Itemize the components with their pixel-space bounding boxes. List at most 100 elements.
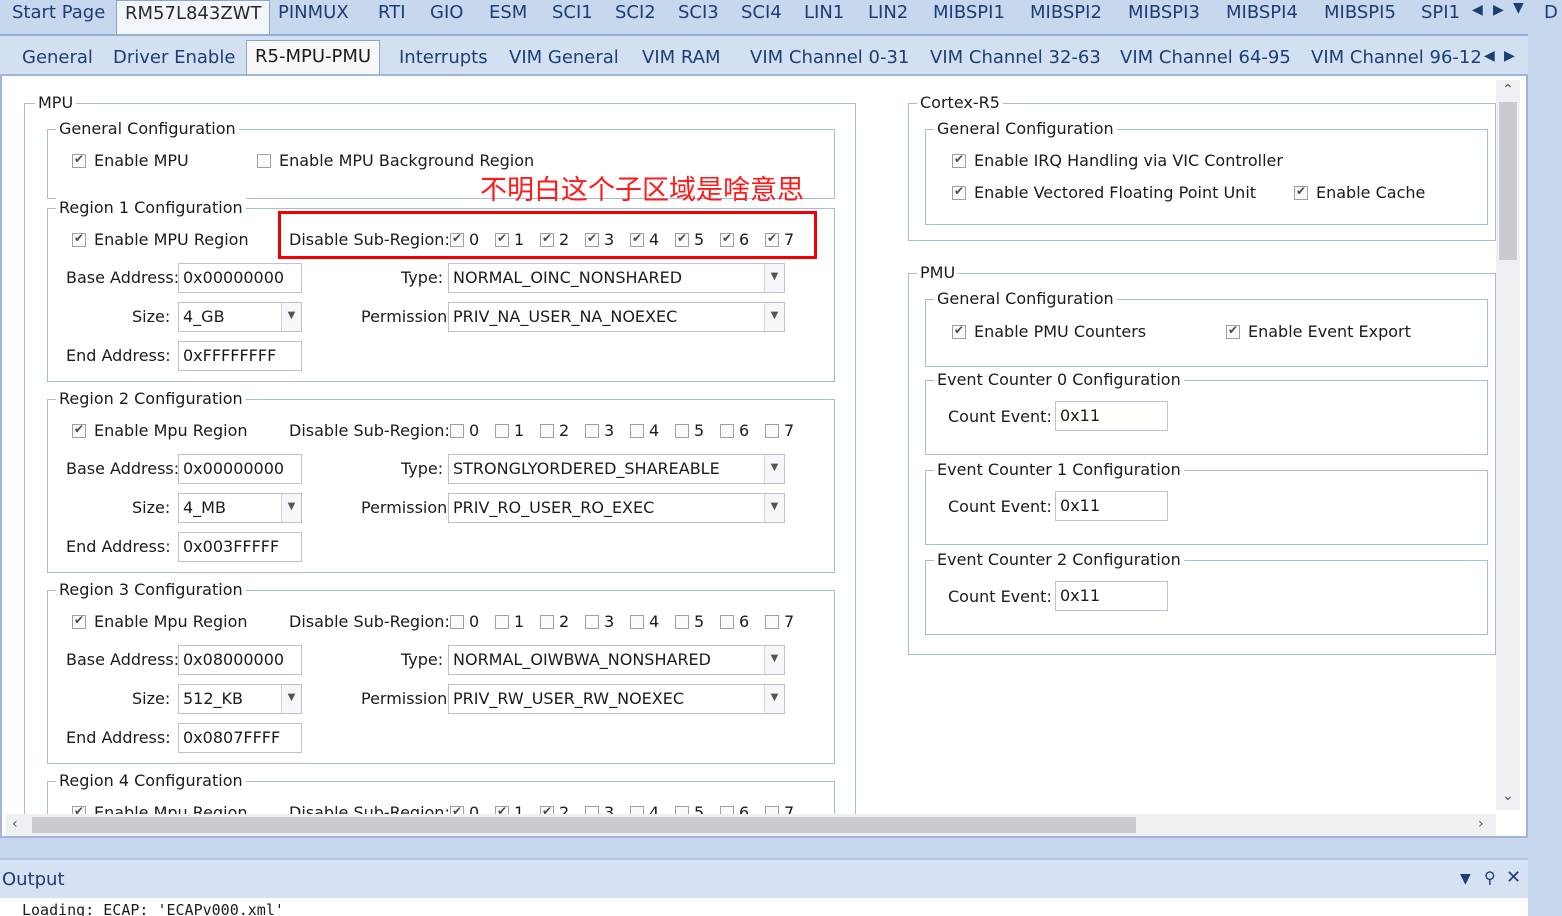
close-icon[interactable]: ✕ <box>1506 867 1521 888</box>
scroll-tabs-right-icon[interactable]: ▶ <box>1493 2 1504 18</box>
pin-icon[interactable]: ⚲ <box>1484 868 1496 887</box>
region-2-subregion-5-checkbox[interactable] <box>675 424 689 438</box>
region-1-size-select[interactable]: 4_GB ▼ <box>178 302 302 332</box>
tab-rm57l843zwt[interactable]: RM57L843ZWT <box>116 0 271 34</box>
chevron-down-icon[interactable]: ▼ <box>764 646 784 674</box>
region-1-permission-select[interactable]: PRIV_NA_USER_NA_NOEXEC ▼ <box>448 302 785 332</box>
horizontal-scrollbar[interactable]: ‹ › <box>6 814 1496 836</box>
tab-interrupts[interactable]: Interrupts <box>391 42 496 76</box>
region-2-subregion-2-checkbox[interactable] <box>540 424 554 438</box>
chevron-down-icon[interactable]: ▼ <box>281 685 301 713</box>
region-3-size-select[interactable]: 512_KB ▼ <box>178 684 302 714</box>
count-event-1-input[interactable]: 0x11 <box>1055 491 1168 521</box>
chevron-down-icon[interactable]: ▼ <box>281 303 301 331</box>
region-1-enable-checkbox[interactable] <box>72 231 86 247</box>
vertical-scrollbar[interactable]: ⌃ ⌄ <box>1496 80 1520 810</box>
region-1-base-address-input[interactable]: 0x00000000 <box>178 263 302 293</box>
tab-sci3[interactable]: SCI3 <box>670 0 727 34</box>
scroll-down-icon[interactable]: ⌄ <box>1502 788 1514 804</box>
region-2-enable-checkbox[interactable] <box>72 422 86 438</box>
chevron-down-icon[interactable]: ▼ <box>764 303 784 331</box>
region-2-end-address-input[interactable]: 0x003FFFFF <box>178 532 302 562</box>
enable-mpu-background-checkbox[interactable] <box>257 154 271 168</box>
tab-start-page[interactable]: Start Page <box>4 0 113 34</box>
horizontal-scroll-thumb[interactable] <box>32 817 1136 833</box>
tab-mibspi2[interactable]: MIBSPI2 <box>1022 0 1110 34</box>
tab-lin1[interactable]: LIN1 <box>796 0 852 34</box>
tab-sci4[interactable]: SCI4 <box>733 0 790 34</box>
tab-mibspi4[interactable]: MIBSPI4 <box>1218 0 1306 34</box>
scroll-left-icon[interactable]: ‹ <box>12 816 18 832</box>
tab-vim-channel-64-95[interactable]: VIM Channel 64-95 <box>1112 42 1299 76</box>
chevron-down-icon[interactable]: ▼ <box>764 685 784 713</box>
count-event-0-input[interactable]: 0x11 <box>1055 401 1168 431</box>
region-2-type-select[interactable]: STRONGLYORDERED_SHAREABLE ▼ <box>448 454 785 484</box>
tab-vim-ram[interactable]: VIM RAM <box>634 42 729 76</box>
region-2-size-select[interactable]: 4_MB ▼ <box>178 493 302 523</box>
region-3-subregion-0-checkbox[interactable] <box>450 615 464 629</box>
tab-vim-channel-0-31[interactable]: VIM Channel 0-31 <box>742 42 917 76</box>
scroll-up-icon[interactable]: ⌃ <box>1502 82 1514 98</box>
tab-vim-channel-32-63[interactable]: VIM Channel 32-63 <box>922 42 1109 76</box>
region-3-end-address-input[interactable]: 0x0807FFFF <box>178 723 302 753</box>
tab-vim-channel-96-127[interactable]: VIM Channel 96-12 <box>1303 42 1490 76</box>
region-3-subregion-7-checkbox[interactable] <box>765 615 779 629</box>
region-2-permission-select[interactable]: PRIV_RO_USER_RO_EXEC ▼ <box>448 493 785 523</box>
tab-overflow-d[interactable]: D <box>1540 0 1562 34</box>
chevron-down-icon[interactable]: ▼ <box>764 494 784 522</box>
tab-vim-general[interactable]: VIM General <box>501 42 627 76</box>
scroll-subtabs-right-icon[interactable]: ▶ <box>1504 48 1515 64</box>
chevron-down-icon[interactable]: ▼ <box>281 494 301 522</box>
vertical-scroll-thumb[interactable] <box>1499 102 1517 260</box>
region-1-end-address-input[interactable]: 0xFFFFFFFF <box>178 341 302 371</box>
chevron-down-icon[interactable]: ▼ <box>764 264 784 292</box>
region-3-subregion-2-checkbox[interactable] <box>540 615 554 629</box>
enable-vfp-checkbox[interactable] <box>952 184 966 200</box>
region-2-subregion-4-checkbox[interactable] <box>630 424 644 438</box>
tab-lin2[interactable]: LIN2 <box>860 0 916 34</box>
pmu-title: PMU <box>917 263 959 282</box>
tab-pinmux[interactable]: PINMUX <box>270 0 357 34</box>
enable-event-export-checkbox[interactable] <box>1226 323 1240 339</box>
tab-mibspi5[interactable]: MIBSPI5 <box>1316 0 1404 34</box>
region-3-subregion-6-checkbox[interactable] <box>720 615 734 629</box>
tab-rti[interactable]: RTI <box>370 0 414 34</box>
region-2-base-address-input[interactable]: 0x00000000 <box>178 454 302 484</box>
tab-spi1[interactable]: SPI1 <box>1413 0 1468 34</box>
enable-irq-vic-checkbox[interactable] <box>952 152 966 168</box>
region-3-enable-checkbox[interactable] <box>72 613 86 629</box>
tab-r5-mpu-pmu[interactable]: R5-MPU-PMU <box>246 40 381 78</box>
chevron-down-icon[interactable]: ▼ <box>764 455 784 483</box>
region-3-subregion-5-checkbox[interactable] <box>675 615 689 629</box>
region-3-subregion-3-checkbox[interactable] <box>585 615 599 629</box>
tab-sci1[interactable]: SCI1 <box>544 0 601 34</box>
tab-sci2[interactable]: SCI2 <box>607 0 664 34</box>
enable-pmu-counters-checkbox[interactable] <box>952 323 966 339</box>
region-2-subregion-7-checkbox[interactable] <box>765 424 779 438</box>
tab-general[interactable]: General <box>14 42 101 76</box>
region-3-subregion-4-checkbox[interactable] <box>630 615 644 629</box>
scroll-right-icon[interactable]: › <box>1478 816 1484 832</box>
tab-mibspi1[interactable]: MIBSPI1 <box>925 0 1013 34</box>
tab-driver-enable[interactable]: Driver Enable <box>105 42 243 76</box>
enable-mpu-checkbox[interactable] <box>72 152 86 168</box>
region-2-subregion-1-checkbox[interactable] <box>495 424 509 438</box>
output-menu-dropdown-icon[interactable]: ▼ <box>1460 871 1471 887</box>
region-2-subregion-3-checkbox[interactable] <box>585 424 599 438</box>
scroll-subtabs-left-icon[interactable]: ◀ <box>1484 48 1495 64</box>
enable-cache-checkbox[interactable] <box>1294 184 1308 200</box>
region-3-subregion-1-checkbox[interactable] <box>495 615 509 629</box>
count-event-2-input[interactable]: 0x11 <box>1055 581 1168 611</box>
region-3-permission-select[interactable]: PRIV_RW_USER_RW_NOEXEC ▼ <box>448 684 785 714</box>
tab-mibspi3[interactable]: MIBSPI3 <box>1120 0 1208 34</box>
scroll-tabs-left-icon[interactable]: ◀ <box>1472 2 1483 18</box>
region-3-type-select[interactable]: NORMAL_OIWBWA_NONSHARED ▼ <box>448 645 785 675</box>
tab-gio[interactable]: GIO <box>422 0 471 34</box>
event-counter-1-title: Event Counter 1 Configuration <box>934 460 1184 479</box>
region-2-subregion-0-checkbox[interactable] <box>450 424 464 438</box>
region-3-base-address-input[interactable]: 0x08000000 <box>178 645 302 675</box>
tab-list-dropdown-icon[interactable]: ▼ <box>1513 0 1524 16</box>
region-1-type-select[interactable]: NORMAL_OINC_NONSHARED ▼ <box>448 263 785 293</box>
region-2-subregion-6-checkbox[interactable] <box>720 424 734 438</box>
tab-esm[interactable]: ESM <box>481 0 535 34</box>
